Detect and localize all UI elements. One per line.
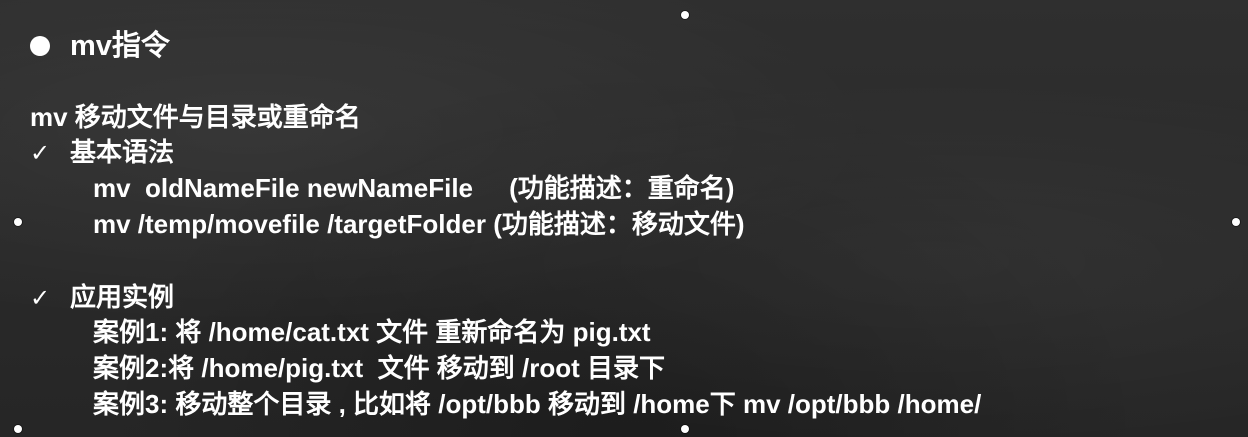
- examples-heading-row: ✓ 应用实例: [30, 280, 174, 315]
- bullet-icon: [30, 36, 50, 56]
- syntax-heading: 基本语法: [70, 137, 175, 167]
- slide-title: mv指令: [70, 30, 170, 62]
- examples-heading: 应用实例: [70, 282, 175, 312]
- checkmark-icon: ✓: [30, 284, 51, 312]
- syntax-heading-row: ✓ 基本语法: [30, 135, 174, 170]
- example-line-1: 案例1: 将 /home/cat.txt 文件 重新命名为 pig.txt: [93, 317, 651, 347]
- syntax-line-move: mv /temp/movefile /targetFolder (功能描述：移动…: [93, 209, 745, 239]
- slide-content: mv指令 mv 移动文件与目录或重命名 ✓ 基本语法 mv oldNameFile…: [0, 0, 1248, 437]
- example-line-2: 案例2:将 /home/pig.txt 文件 移动到 /root 目录下: [93, 353, 666, 383]
- checkmark-icon: ✓: [30, 139, 51, 167]
- command-description: mv 移动文件与目录或重命名: [30, 102, 361, 132]
- example-line-3: 案例3: 移动整个目录 , 比如将 /opt/bbb 移动到 /home下 mv…: [93, 389, 982, 419]
- syntax-line-rename: mv oldNameFile newNameFile (功能描述：重命名): [93, 173, 735, 203]
- slide-title-row: mv指令: [30, 26, 170, 66]
